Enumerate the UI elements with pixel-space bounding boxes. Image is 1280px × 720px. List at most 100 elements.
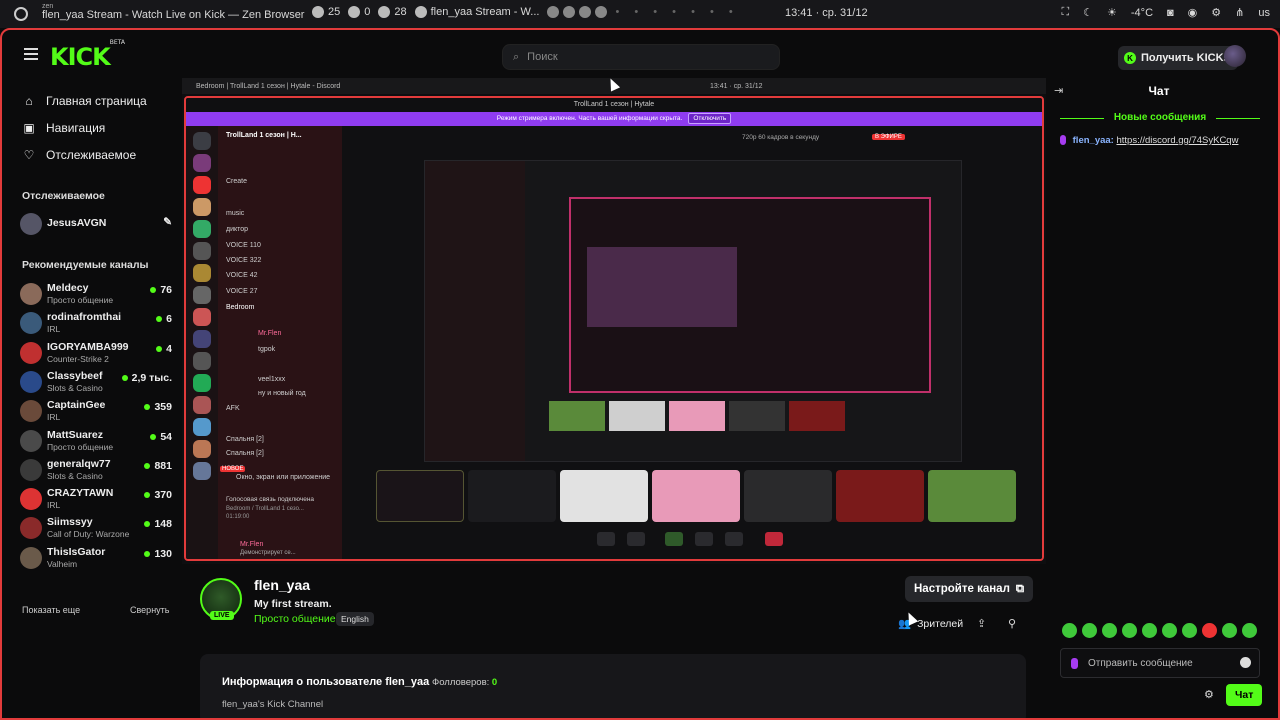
stream-tile [744,470,832,522]
server-icon [193,440,211,458]
emote-bar [1062,623,1257,638]
setup-channel-button[interactable]: Настройте канал ⧉ [905,576,1034,602]
stream-category[interactable]: Просто общение [254,613,336,625]
viewer-count: 4 [156,343,172,355]
channel-name: Classybeef [47,369,103,382]
recommended-channel[interactable]: Siimssyy Call of Duty: Warzone 148 [20,514,172,544]
browser-window: KICKBETA ⌕ Поиск K Получить KICKs ⌂ Глав… [0,28,1280,720]
stream-tile [560,470,648,522]
nav-following[interactable]: ♡ Отслеживаемое [22,148,137,162]
about-heading: Информация о пользователе flen_yaa [222,676,430,688]
streamer-name[interactable]: flen_yaa [254,577,310,593]
following-channel[interactable]: JesusAVGN ✎ [20,210,172,240]
emote-icon[interactable] [1142,623,1157,638]
chat-link[interactable]: https://discord.gg/74SyKCqw [1116,135,1238,146]
channel-category: Просто общение [47,295,114,305]
channel-avatar [20,546,42,569]
chat-username[interactable]: flen_yaa: [1073,135,1114,146]
user-avatar[interactable] [1224,45,1246,67]
nav-home[interactable]: ⌂ Главная страница [22,94,146,108]
emote-icon[interactable] [1202,623,1217,638]
kicks-icon: K [1124,52,1136,64]
brightness-icon[interactable]: ☀ [1107,6,1117,19]
server-icon [193,154,211,172]
recommended-channel[interactable]: ThisIsGator Valheim 130 [20,544,172,574]
streamer-mode-banner: Режим стримера включен. Часть вашей инфо… [186,112,1042,126]
external-link-icon: ⧉ [1015,582,1025,595]
channel-name: ThisIsGator [47,545,106,558]
discord-channel-list: TrollLand 1 сезон | H... Create music ди… [218,126,342,559]
recommended-channel[interactable]: MattSuarez Просто общение 54 [20,427,172,457]
emote-icon[interactable] [1182,623,1197,638]
server-icon [193,264,211,282]
followers-info: Фолловеров: 0 [432,677,498,688]
recommended-channel[interactable]: generalqw77 Slots & Casino 881 [20,456,172,486]
viewer-count: 130 [144,548,172,560]
get-kicks-button[interactable]: K Получить KICKs [1118,46,1238,70]
server-icon [193,308,211,326]
stream-tile [836,470,924,522]
video-player[interactable]: Bedroom | TrollLand 1 сезон | Hytale - D… [182,78,1046,564]
follow-user-icon[interactable]: ⚲ [1008,617,1016,630]
emote-icon[interactable] [1122,623,1137,638]
discord-tray-icon[interactable]: ◙ [1167,7,1174,19]
chat-settings-icon[interactable]: ⚙ [1204,688,1214,701]
viewer-count: 881 [144,460,172,472]
emote-icon[interactable] [1102,623,1117,638]
screen-share-preview [424,160,962,462]
recommended-channel[interactable]: IGORYAMBA999 Counter-Strike 2 4 [20,339,172,369]
channel-avatar [20,488,42,511]
settings-tray-icon[interactable]: ⚙ [1211,6,1221,19]
search-input[interactable]: ⌕ Поиск [502,44,780,70]
chat-title: Чат [1148,84,1170,98]
channel-name: IGORYAMBA999 [47,340,129,353]
emote-icon[interactable] [1162,623,1177,638]
workspace-dots: • • • • • • • [615,6,739,18]
taskbar-item[interactable]: flen_yaa Stream - W... [414,6,539,18]
recommended-channel[interactable]: CRAZYTAWN IRL 370 [20,485,172,515]
recommended-channel[interactable]: CaptainGee IRL 359 [20,397,172,427]
night-icon[interactable]: ☾ [1083,6,1093,19]
workspace-2[interactable]: 0 [348,6,370,18]
recommended-channel[interactable]: Classybeef Slots & Casino 2,9 тыс. [20,368,172,398]
live-dot-icon [150,287,157,293]
emote-icon[interactable] [1242,623,1257,638]
discord-server-name: TrollLand 1 сезон | H... [226,132,302,139]
workspace-1[interactable]: 25 [312,6,340,18]
stream-clock: 13:41 · ср. 31/12 [710,82,763,90]
window-title: flen_yaa Stream - Watch Live on Kick — Z… [42,9,305,21]
steam-tray-icon[interactable]: ◉ [1188,6,1198,19]
channel-avatar [20,517,42,540]
chat-send-button[interactable]: Чат [1226,684,1263,706]
share-icon[interactable]: ⇪ [977,617,986,630]
workspace-3[interactable]: 28 [378,6,407,18]
search-icon: ⌕ [513,50,520,63]
emote-icon[interactable] [1082,623,1097,638]
chat-input[interactable]: Отправить сообщение [1060,648,1260,678]
viewer-count: 2,9 тыс. [121,372,172,384]
activity-control-icon [695,532,713,546]
channel-avatar [20,213,42,235]
channel-category: Slots & Casino [47,470,103,481]
home-icon: ⌂ [25,94,33,108]
viewer-count: 359 [144,401,172,413]
emoji-icon[interactable] [1240,657,1251,668]
language-tag[interactable]: English [336,612,374,626]
menu-icon[interactable] [24,48,38,60]
nav-browse[interactable]: ▣ Навигация [22,121,105,135]
emote-icon[interactable] [1222,623,1237,638]
fullscreen-icon[interactable]: ⛶ [1061,6,1069,19]
show-more-link[interactable]: Показать еще [22,605,80,615]
kick-logo[interactable]: KICKBETA [50,39,125,71]
keyboard-layout[interactable]: us [1258,7,1270,19]
recommended-channel[interactable]: Meldecy Просто общение 76 [20,280,172,310]
channel-name: CRAZYTAWN [47,487,114,500]
recommended-channel[interactable]: rodinafromthai IRL 6 [20,309,172,339]
emote-icon[interactable] [1062,623,1077,638]
collapse-link[interactable]: Свернуть [130,605,169,615]
discord-stage: 720p 60 кадров в секунду В ЭФИРЕ [342,126,1042,559]
site-header: KICKBETA ⌕ Поиск K Получить KICKs [2,30,1278,84]
channel-category: IRL [47,412,61,423]
workspace-icon [378,6,391,18]
network-icon[interactable]: ⋔ [1235,6,1244,19]
